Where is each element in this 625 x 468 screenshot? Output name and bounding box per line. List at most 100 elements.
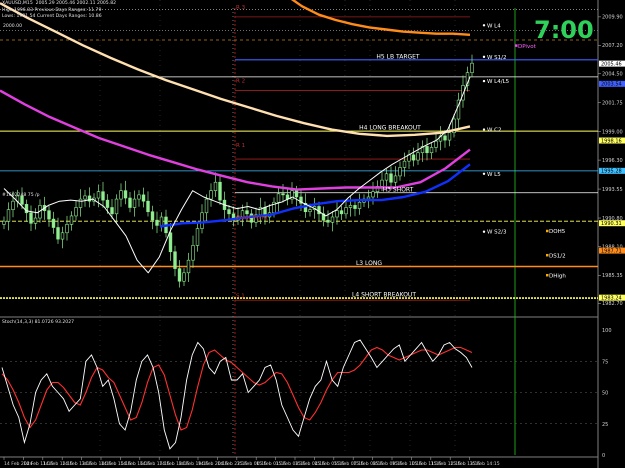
candle-body-76 <box>344 207 348 215</box>
candle-body-98 <box>443 135 447 141</box>
pivot-tag-2: R 1 <box>236 143 245 149</box>
weekly-tag-2: W L4/L5 <box>487 79 510 85</box>
candle-body-44 <box>200 212 204 229</box>
candle-body-25 <box>114 198 119 215</box>
level-label-1: H4 LONG BREAKOUT <box>359 125 421 132</box>
pivot-tag-0: R 3 <box>236 5 246 11</box>
candle-body-81 <box>366 196 371 200</box>
candle-body-45 <box>204 198 209 214</box>
stoch-tick-2: 50 <box>602 391 608 397</box>
candle-body-65 <box>294 190 299 198</box>
stoch-tick-1: 75 <box>602 359 608 365</box>
daily-tag-1: DOH5 <box>549 229 566 235</box>
daily-tag-2: DS1/2 <box>549 253 566 259</box>
candle-body-21 <box>96 191 101 199</box>
candle-body-99 <box>447 132 452 141</box>
price-tick-label-6: 1993.55 <box>602 187 623 193</box>
candle-body-62 <box>281 193 285 196</box>
candle-body-43 <box>195 228 200 246</box>
price-chart: H5 LB TARGET H4 LONG BREAKOUT H3 SHORT Pivo… <box>0 0 625 468</box>
pivot-tag-3: S 1 <box>236 294 245 300</box>
weekly-tag-1: W S1/2 <box>487 55 507 61</box>
candle-body-33 <box>150 211 155 221</box>
candle-body-46 <box>209 190 213 200</box>
candle-timer: 7:00 <box>534 16 594 44</box>
candle-body-24 <box>110 207 114 215</box>
time-axis: 14 Feb 202414 Feb 11:1514 Feb 12:1514 Fe… <box>3 457 500 467</box>
candle-body-23 <box>105 199 110 208</box>
candle-body-75 <box>339 210 344 215</box>
candle-body-74 <box>335 210 339 218</box>
level-labels: H5 LB TARGET H4 LONG BREAKOUT H3 SHORT Pivo… <box>236 5 566 300</box>
level-label-3: Pivot Point <box>236 215 268 222</box>
candle-body-79 <box>357 201 362 209</box>
candle-body-85 <box>384 173 389 181</box>
price-badge-label-2: 1998.16 <box>601 138 622 144</box>
candle-body-78 <box>353 205 357 209</box>
weekly-tag-3: W C2 <box>487 128 502 134</box>
candle-body-61 <box>276 193 281 203</box>
candle-body-77 <box>348 205 353 208</box>
candle-body-30 <box>137 194 141 200</box>
stoch-tick-4: 0 <box>602 453 605 459</box>
price-tick-label-5: 1996.30 <box>602 158 623 164</box>
candle-body-86 <box>389 173 393 183</box>
price-badge-label-4: 1990.31 <box>601 221 622 227</box>
daily-tag-3: DHigh <box>549 273 566 279</box>
price-badge-label-3: 1995.28 <box>601 169 622 175</box>
candle-body-22 <box>101 191 105 201</box>
level-lines <box>0 9 598 301</box>
low-line: Lows: 1981.54 Current Days Ranges: 10.86 <box>2 14 102 19</box>
candle-body-28 <box>128 197 132 208</box>
candle-body-5 <box>24 204 29 214</box>
weekly-tag-5: W S2/3 <box>487 230 507 236</box>
daily-tag-0: DPivot <box>518 44 537 50</box>
candle-body-35 <box>159 216 164 226</box>
ohlc-values: 2005.29 2005.46 2002.11 2005.82 <box>35 1 117 6</box>
candle-body-18 <box>83 195 87 200</box>
level-label-0: H5 LB TARGET <box>376 53 420 60</box>
candle-body-54 <box>245 210 249 215</box>
price-tick-label-2: 2004.50 <box>602 72 623 78</box>
candle-body-1 <box>6 209 11 222</box>
stochastic-panel <box>1 339 473 450</box>
candle-body-104 <box>470 62 474 73</box>
price-tick-label-10: 1982.70 <box>602 301 623 307</box>
pivot-tag-1: R 2 <box>236 79 245 85</box>
candle-body-14 <box>65 224 69 234</box>
price-badge-label-0: 2005.46 <box>601 61 622 67</box>
level-label-4: L3 LONG <box>356 260 382 267</box>
ma-line-orange <box>290 0 471 36</box>
candle-body-6 <box>29 212 33 224</box>
candle-body-96 <box>434 140 438 148</box>
small-price: 2000.00 <box>3 24 22 29</box>
candle-body-73 <box>330 216 335 223</box>
weekly-dot-5 <box>482 230 486 233</box>
stoch-signal-line <box>1 346 473 431</box>
session-lines <box>99 0 516 455</box>
price-badge-label-6: 1983.24 <box>601 295 622 301</box>
candle-body-12 <box>56 227 60 240</box>
indicator-tag: #1602248 75 /p <box>2 193 40 198</box>
weekly-dot-3 <box>482 128 486 131</box>
candle-body-89 <box>402 160 407 168</box>
candle-body-70 <box>317 206 321 215</box>
candle-body-40 <box>182 272 186 282</box>
symbol-title: XAUUSD,M15 <box>2 1 33 6</box>
weekly-tag-0: W L4 <box>487 23 501 29</box>
price-tick-label-1: 2007.20 <box>602 43 623 49</box>
price-tick-label-0: 2009.90 <box>602 15 623 21</box>
candle-body-50 <box>227 209 231 215</box>
candle-body-17 <box>78 198 83 208</box>
candle-body-95 <box>429 147 434 154</box>
candle-body-92 <box>416 152 420 161</box>
price-tick-label-3: 2001.75 <box>602 101 623 107</box>
level-label-5: L4 SHORT BREAKOUT <box>352 292 416 299</box>
candle-body-16 <box>74 207 78 217</box>
candle-body-41 <box>186 259 191 274</box>
candle-body-37 <box>168 232 173 253</box>
candle-body-0 <box>2 220 6 225</box>
candle-body-68 <box>308 209 312 213</box>
candle-body-13 <box>60 232 65 240</box>
candle-body-94 <box>425 146 429 154</box>
